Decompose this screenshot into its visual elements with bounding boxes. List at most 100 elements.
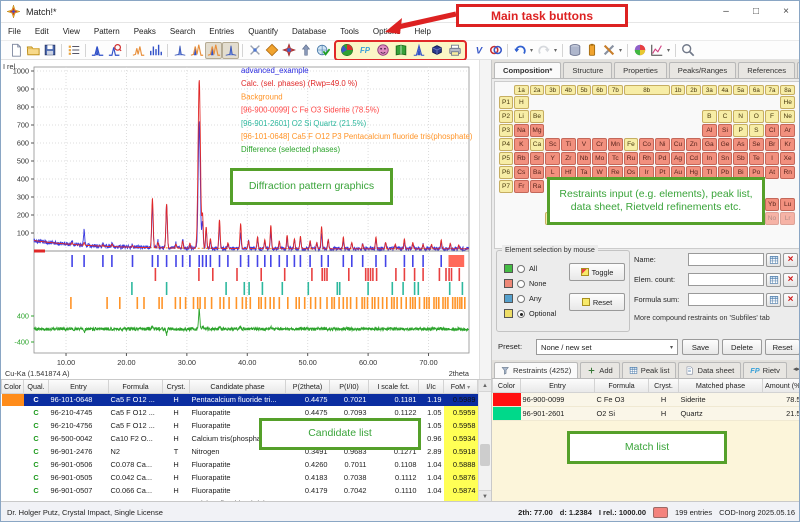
candidate-col-p-2theta-[interactable]: P(2theta) bbox=[286, 380, 330, 393]
mode-radio-none[interactable] bbox=[517, 280, 525, 288]
candidate-row[interactable]: C96-901-0506C0.078 Ca...HFluorapatite0.4… bbox=[2, 458, 478, 471]
candidate-col-formula[interactable]: Formula bbox=[109, 380, 163, 393]
element-cell-Sb[interactable]: Sb bbox=[733, 152, 748, 165]
element-cell-I[interactable]: I bbox=[765, 152, 780, 165]
tab-restraints-4252-[interactable]: Restraints (4252) bbox=[494, 362, 578, 378]
menu-view[interactable]: View bbox=[56, 25, 87, 38]
element-cell-Mo[interactable]: Mo bbox=[592, 152, 607, 165]
candidate-row[interactable]: C96-901-0505C0.042 Ca...HFluorapatite0.4… bbox=[2, 471, 478, 484]
element-cell-Ne[interactable]: Ne bbox=[780, 110, 795, 123]
tab-references[interactable]: References bbox=[738, 62, 795, 78]
element-cell-K[interactable]: K bbox=[514, 138, 529, 151]
period-button-P3[interactable]: P3 bbox=[499, 124, 513, 137]
menu-file[interactable]: File bbox=[1, 25, 28, 38]
period-button-P4[interactable]: P4 bbox=[499, 138, 513, 151]
close-button[interactable]: × bbox=[771, 1, 800, 22]
element-cell-Be[interactable]: Be bbox=[530, 110, 545, 123]
vertical-splitter[interactable] bbox=[479, 60, 491, 379]
tab-add[interactable]: Add bbox=[580, 362, 620, 378]
toggle-button[interactable]: Toggle bbox=[569, 263, 625, 281]
edit-peaks-icon[interactable] bbox=[106, 42, 123, 59]
element-cell-V[interactable]: V bbox=[577, 138, 592, 151]
group-header-3b[interactable]: 3b bbox=[545, 85, 560, 95]
element-cell-Mg[interactable]: Mg bbox=[530, 124, 545, 137]
group-header-8b[interactable]: 8b bbox=[624, 85, 670, 95]
element-cell-Cl[interactable]: Cl bbox=[765, 124, 780, 137]
element-cell-Kr[interactable]: Kr bbox=[780, 138, 795, 151]
match-col-amount-[interactable]: Amount (%) ▾ bbox=[763, 379, 800, 392]
group-header-7b[interactable]: 7b bbox=[608, 85, 623, 95]
element-cell-Cd[interactable]: Cd bbox=[686, 152, 701, 165]
element-cell-N[interactable]: N bbox=[733, 110, 748, 123]
element-cell-Fr[interactable]: Fr bbox=[514, 180, 529, 193]
name-input[interactable] bbox=[688, 253, 764, 266]
element-cell-Sr[interactable]: Sr bbox=[530, 152, 545, 165]
menu-entries[interactable]: Entries bbox=[202, 25, 241, 38]
delete-preset-button[interactable]: Delete bbox=[722, 339, 762, 355]
element-cell-Co[interactable]: Co bbox=[639, 138, 654, 151]
element-cell-Ti[interactable]: Ti bbox=[561, 138, 576, 151]
candidate-row[interactable]: C96-901-0507C0.066 Ca...HFluorapatite0.4… bbox=[2, 484, 478, 497]
save-icon[interactable] bbox=[41, 42, 58, 59]
element-cell-No[interactable]: No bbox=[765, 212, 780, 225]
fp-rietveld-icon[interactable]: FP bbox=[356, 42, 373, 59]
elem-count-clear-icon[interactable]: × bbox=[783, 273, 798, 287]
battery-icon[interactable] bbox=[583, 42, 600, 59]
diffraction-chart[interactable]: 100200300400500600700800900100010.0020.0… bbox=[1, 60, 491, 379]
tab-peak-list[interactable]: Peak list bbox=[622, 362, 677, 378]
undo-icon[interactable] bbox=[511, 42, 528, 59]
match-col-formula[interactable]: Formula bbox=[595, 379, 649, 392]
group-header-7a[interactable]: 7a bbox=[765, 85, 780, 95]
candidate-scrollbar[interactable]: ▲ ▼ bbox=[478, 380, 491, 501]
element-cell-C[interactable]: C bbox=[718, 110, 733, 123]
group-header-8a[interactable]: 8a bbox=[780, 85, 795, 95]
element-cell-H[interactable]: H bbox=[514, 96, 529, 109]
pattern-view-profile-icon[interactable] bbox=[171, 42, 188, 59]
element-cell-Al[interactable]: Al bbox=[702, 124, 717, 137]
menu-peaks[interactable]: Peaks bbox=[127, 25, 163, 38]
group-header-6a[interactable]: 6a bbox=[749, 85, 764, 95]
period-button-P7[interactable]: P7 bbox=[499, 180, 513, 193]
candidate-col-fom[interactable]: FoM ▾ bbox=[444, 380, 478, 393]
element-cell-Yb[interactable]: Yb bbox=[765, 198, 780, 211]
profile-fitting-icon[interactable] bbox=[130, 42, 147, 59]
element-cell-S[interactable]: S bbox=[749, 124, 764, 137]
candidate-col-qual-[interactable]: Qual. bbox=[24, 380, 49, 393]
tab-scroll-arrows[interactable]: ◂▸ bbox=[791, 365, 800, 373]
group-header-2b[interactable]: 2b bbox=[686, 85, 701, 95]
maximize-button[interactable]: □ bbox=[741, 1, 771, 22]
candidate-col-entry[interactable]: Entry bbox=[49, 380, 109, 393]
candidate-col-i-ic[interactable]: I/Ic bbox=[419, 380, 444, 393]
raw-data-icon[interactable] bbox=[147, 42, 164, 59]
group-header-1a[interactable]: 1a bbox=[514, 85, 529, 95]
group-header-5a[interactable]: 5a bbox=[733, 85, 748, 95]
diffraction-pattern-panel[interactable]: 100200300400500600700800900100010.0020.0… bbox=[1, 60, 491, 379]
element-cell-Ba[interactable]: Ba bbox=[530, 166, 545, 179]
element-cell-Na[interactable]: Na bbox=[514, 124, 529, 137]
element-cell-Mn[interactable]: Mn bbox=[608, 138, 623, 151]
element-cell-In[interactable]: In bbox=[702, 152, 717, 165]
scroll-down-icon[interactable]: ▼ bbox=[479, 490, 491, 501]
group-header-5b[interactable]: 5b bbox=[577, 85, 592, 95]
tab-properties[interactable]: Properties bbox=[614, 62, 667, 78]
scroll-thumb[interactable] bbox=[480, 444, 490, 466]
reset-preset-button[interactable]: Reset bbox=[765, 339, 800, 355]
elem-count-picker-icon[interactable] bbox=[766, 273, 781, 287]
element-cell-Br[interactable]: Br bbox=[765, 138, 780, 151]
match-row[interactable]: 96-900-0099C Fe O3HSiderite78.5 bbox=[493, 392, 800, 406]
peak-fitting-icon[interactable] bbox=[410, 42, 427, 59]
element-cell-Sc[interactable]: Sc bbox=[545, 138, 560, 151]
element-cell-Se[interactable]: Se bbox=[749, 138, 764, 151]
group-header-1b[interactable]: 1b bbox=[671, 85, 686, 95]
period-button-P2[interactable]: P2 bbox=[499, 110, 513, 123]
name-clear-icon[interactable]: × bbox=[783, 253, 798, 267]
mode-radio-optional[interactable] bbox=[517, 310, 525, 318]
group-header-4b[interactable]: 4b bbox=[561, 85, 576, 95]
element-cell-Tc[interactable]: Tc bbox=[608, 152, 623, 165]
elem-count-input[interactable] bbox=[688, 273, 764, 286]
element-cell-P[interactable]: P bbox=[733, 124, 748, 137]
element-cell-Ge[interactable]: Ge bbox=[718, 138, 733, 151]
save-preset-button[interactable]: Save bbox=[682, 339, 719, 355]
colors-icon[interactable] bbox=[631, 42, 648, 59]
validate-icon[interactable]: V bbox=[470, 42, 487, 59]
